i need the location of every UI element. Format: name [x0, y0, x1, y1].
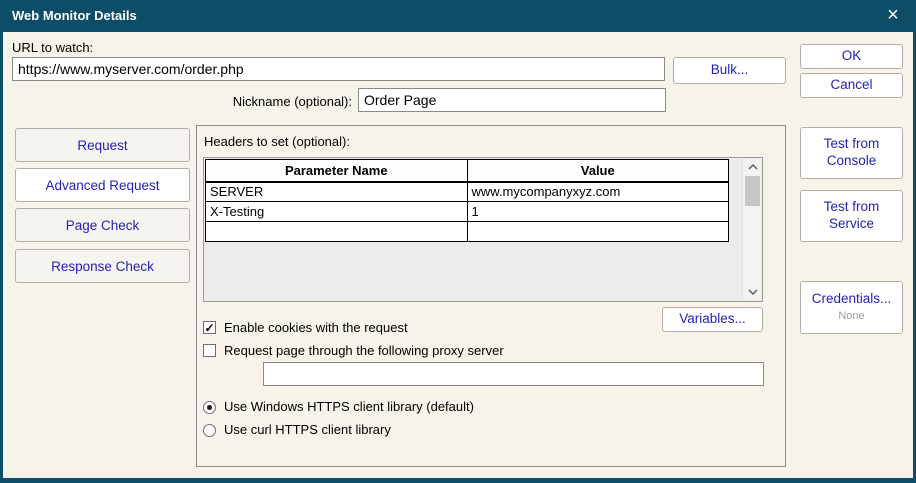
vertical-scrollbar[interactable] [742, 159, 761, 300]
enable-cookies-label[interactable]: Enable cookies with the request [224, 320, 408, 335]
test-from-service-button[interactable]: Test from Service [800, 190, 903, 242]
credentials-label: Credentials... [812, 291, 892, 308]
window-title: Web Monitor Details [12, 0, 137, 32]
curl-https-radio[interactable] [203, 424, 216, 437]
cancel-button[interactable]: Cancel [800, 73, 903, 98]
nickname-label: Nickname (optional): [152, 94, 352, 109]
checkmark-icon: ✓ [204, 322, 214, 334]
column-header-value[interactable]: Value [467, 160, 729, 182]
ok-button[interactable]: OK [800, 44, 903, 69]
credentials-status: None [838, 310, 864, 324]
param-name-cell[interactable] [206, 222, 468, 242]
table-row [206, 222, 729, 242]
test-from-console-button[interactable]: Test from Console [800, 127, 903, 179]
tab-response-check[interactable]: Response Check [15, 249, 190, 283]
table-header-row: Parameter Name Value [206, 160, 729, 182]
windows-https-radio[interactable] [203, 401, 216, 414]
value-cell[interactable]: 1 [467, 202, 729, 222]
column-header-parameter-name[interactable]: Parameter Name [206, 160, 468, 182]
titlebar[interactable]: Web Monitor Details × [0, 0, 916, 32]
variables-button[interactable]: Variables... [662, 307, 763, 332]
table-row: SERVER www.mycompanyxyz.com [206, 182, 729, 202]
radio-dot [207, 405, 212, 410]
close-icon[interactable]: × [878, 0, 908, 32]
url-label: URL to watch: [12, 40, 93, 55]
curl-https-label[interactable]: Use curl HTTPS client library [224, 422, 391, 437]
scroll-down-icon[interactable] [743, 284, 762, 300]
scrollbar-thumb[interactable] [745, 176, 760, 206]
headers-table: Parameter Name Value SERVER www.mycompan… [205, 159, 729, 242]
value-cell[interactable] [467, 222, 729, 242]
url-input[interactable] [12, 57, 665, 81]
enable-cookies-checkbox[interactable]: ✓ [203, 321, 216, 334]
tab-advanced-request[interactable]: Advanced Request [15, 168, 190, 202]
proxy-label[interactable]: Request page through the following proxy… [224, 343, 504, 358]
param-name-cell[interactable]: SERVER [206, 182, 468, 202]
dialog-body: URL to watch: Bulk... Nickname (optional… [3, 32, 913, 478]
credentials-button[interactable]: Credentials... None [800, 281, 903, 334]
windows-https-label[interactable]: Use Windows HTTPS client library (defaul… [224, 399, 474, 414]
headers-label: Headers to set (optional): [204, 134, 350, 149]
tab-page-check[interactable]: Page Check [15, 208, 190, 242]
param-name-cell[interactable]: X-Testing [206, 202, 468, 222]
nickname-input[interactable] [358, 88, 666, 112]
headers-grid-container: Parameter Name Value SERVER www.mycompan… [203, 157, 763, 302]
proxy-checkbox[interactable] [203, 344, 216, 357]
value-cell[interactable]: www.mycompanyxyz.com [467, 182, 729, 202]
proxy-server-input[interactable] [263, 362, 764, 386]
tab-request[interactable]: Request [15, 128, 190, 162]
scroll-up-icon[interactable] [743, 159, 762, 175]
table-row: X-Testing 1 [206, 202, 729, 222]
web-monitor-details-dialog: Web Monitor Details × URL to watch: Bulk… [0, 0, 916, 483]
bulk-button[interactable]: Bulk... [673, 57, 786, 84]
